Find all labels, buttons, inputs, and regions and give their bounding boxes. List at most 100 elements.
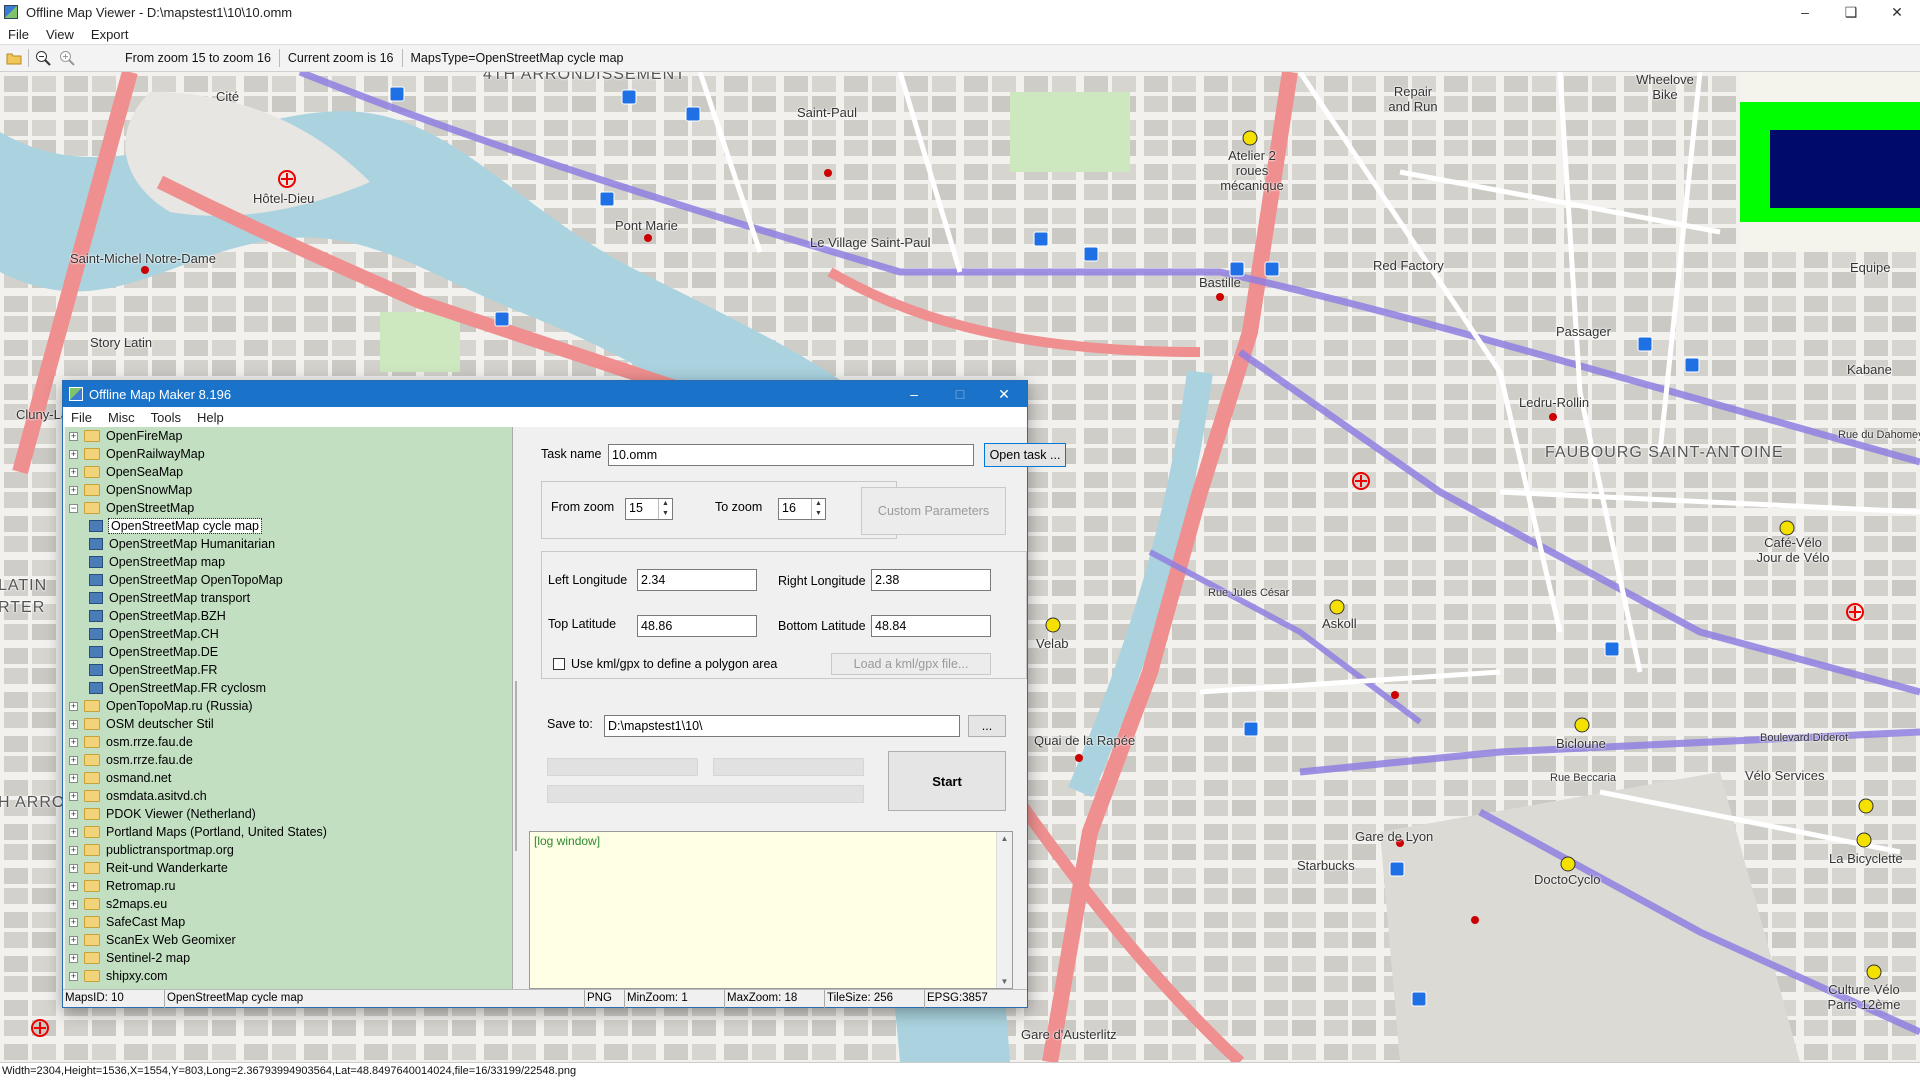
tree-folder-item[interactable]: + osm.rrze.fau.de <box>69 733 193 751</box>
expand-icon[interactable]: + <box>69 899 78 909</box>
tree-folder-item[interactable]: + ScanEx Web Geomixer <box>69 931 236 949</box>
tree-map-item[interactable]: OpenStreetMap transport <box>89 589 250 607</box>
tree-folder-item[interactable]: + OpenRailwayMap <box>69 445 205 463</box>
panel-splitter[interactable] <box>515 681 517 851</box>
collapse-icon[interactable]: − <box>69 503 78 513</box>
tree-folder-item[interactable]: + s2maps.eu <box>69 895 167 913</box>
expand-icon[interactable]: + <box>69 737 78 747</box>
save-to-input[interactable] <box>604 715 960 737</box>
kml-polygon-checkbox[interactable] <box>553 658 565 670</box>
dialog-menu-file[interactable]: File <box>63 410 100 425</box>
load-kml-button[interactable]: Load a kml/gpx file... <box>831 653 991 675</box>
tree-folder-item[interactable]: + osmand.net <box>69 769 171 787</box>
tree-folder-item[interactable]: + osm.rrze.fau.de <box>69 751 193 769</box>
progress-bar-total <box>547 785 864 803</box>
tree-folder-item[interactable]: + publictransportmap.org <box>69 841 234 859</box>
expand-icon[interactable]: + <box>69 845 78 855</box>
tree-folder-item[interactable]: + Reit-und Wanderkarte <box>69 859 228 877</box>
custom-parameters-button[interactable]: Custom Parameters <box>861 487 1006 535</box>
tree-item-label: OpenStreetMap <box>106 501 195 515</box>
tree-folder-item[interactable]: + SafeCast Map <box>69 913 185 931</box>
expand-icon[interactable]: + <box>69 971 78 981</box>
start-button[interactable]: Start <box>888 751 1006 811</box>
tree-folder-item[interactable]: + shipxy.com <box>69 967 168 985</box>
zoom-out-icon[interactable] <box>31 47 55 69</box>
tree-item-label: OpenStreetMap.BZH <box>109 609 226 623</box>
dialog-close-button[interactable]: ✕ <box>981 381 1027 407</box>
menu-file[interactable]: File <box>0 27 38 42</box>
tree-folder-item[interactable]: + Retromap.ru <box>69 877 175 895</box>
expand-icon[interactable]: + <box>69 701 78 711</box>
tree-folder-item[interactable]: + OpenSnowMap <box>69 481 192 499</box>
expand-icon[interactable]: + <box>69 467 78 477</box>
window-title: Offline Map Viewer - D:\mapstest1\10\10.… <box>26 4 293 20</box>
from-zoom-spinner[interactable]: 15 ▲ ▼ <box>625 498 673 520</box>
dialog-menu-help[interactable]: Help <box>189 410 232 425</box>
expand-icon[interactable]: + <box>69 431 78 441</box>
tree-folder-item[interactable]: + Sentinel-2 map <box>69 949 190 967</box>
expand-icon[interactable]: + <box>69 791 78 801</box>
expand-icon[interactable]: + <box>69 881 78 891</box>
tree-item-label: OpenStreetMap transport <box>109 591 251 605</box>
tree-map-item[interactable]: OpenStreetMap map <box>89 553 225 571</box>
log-scrollbar[interactable]: ▲ ▼ <box>996 832 1012 988</box>
log-window[interactable]: [log window] ▲ ▼ <box>529 831 1013 989</box>
tree-map-item[interactable]: OpenStreetMap cycle map <box>89 517 262 535</box>
tree-map-item[interactable]: OpenStreetMap.FR cyclosm <box>89 679 266 697</box>
expand-icon[interactable]: + <box>69 935 78 945</box>
scroll-down-icon[interactable]: ▼ <box>997 977 1012 986</box>
map-label: Gare d'Austerlitz <box>1021 1027 1117 1042</box>
tree-map-item[interactable]: OpenStreetMap.FR <box>89 661 217 679</box>
tree-folder-item[interactable]: + OSM deutscher Stil <box>69 715 214 733</box>
browse-button[interactable]: ... <box>968 715 1006 737</box>
spinner-arrows-icon[interactable]: ▲ ▼ <box>658 499 672 519</box>
expand-icon[interactable]: + <box>69 773 78 783</box>
menu-export[interactable]: Export <box>83 27 138 42</box>
expand-icon[interactable]: + <box>69 863 78 873</box>
minimap-viewport[interactable] <box>1770 130 1920 208</box>
scroll-up-icon[interactable]: ▲ <box>997 834 1012 843</box>
toolbar-separator <box>278 49 280 67</box>
dialog-menu-misc[interactable]: Misc <box>100 410 143 425</box>
right-longitude-input[interactable] <box>871 569 991 591</box>
bottom-latitude-input[interactable] <box>871 615 991 637</box>
tree-map-item[interactable]: OpenStreetMap.CH <box>89 625 219 643</box>
tree-folder-item[interactable]: + osmdata.asitvd.ch <box>69 787 207 805</box>
dialog-menu-tools[interactable]: Tools <box>143 410 189 425</box>
to-zoom-spinner[interactable]: 16 ▲ ▼ <box>778 498 826 520</box>
minimize-button[interactable]: – <box>1782 0 1828 24</box>
tree-map-item[interactable]: OpenStreetMap OpenTopoMap <box>89 571 283 589</box>
task-name-input[interactable] <box>608 444 974 466</box>
expand-icon[interactable]: + <box>69 719 78 729</box>
tree-map-item[interactable]: OpenStreetMap Humanitarian <box>89 535 275 553</box>
expand-icon[interactable]: + <box>69 809 78 819</box>
expand-icon[interactable]: + <box>69 449 78 459</box>
expand-icon[interactable]: + <box>69 827 78 837</box>
open-folder-icon[interactable] <box>2 47 26 69</box>
tree-map-item[interactable]: OpenStreetMap.DE <box>89 643 218 661</box>
dialog-minimize-button[interactable]: – <box>891 381 937 407</box>
tree-folder-item[interactable]: + OpenSeaMap <box>69 463 183 481</box>
overview-minimap[interactable] <box>1740 72 1920 252</box>
maximize-button[interactable]: ❑ <box>1828 0 1874 24</box>
close-button[interactable]: ✕ <box>1874 0 1920 24</box>
expand-icon[interactable]: + <box>69 953 78 963</box>
dialog-maximize-button[interactable]: □ <box>937 381 983 407</box>
tree-folder-item[interactable]: + OpenTopoMap.ru (Russia) <box>69 697 253 715</box>
open-task-button[interactable]: Open task ... <box>984 443 1066 467</box>
tree-folder-item[interactable]: + Portland Maps (Portland, United States) <box>69 823 327 841</box>
spinner-arrows-icon[interactable]: ▲ ▼ <box>811 499 825 519</box>
tree-folder-item[interactable]: + PDOK Viewer (Netherland) <box>69 805 256 823</box>
tree-folder-item[interactable]: − OpenStreetMap <box>69 499 194 517</box>
left-longitude-input[interactable] <box>637 569 757 591</box>
expand-icon[interactable]: + <box>69 755 78 765</box>
map-tile-icon <box>89 592 103 604</box>
top-latitude-input[interactable] <box>637 615 757 637</box>
expand-icon[interactable]: + <box>69 917 78 927</box>
tree-map-item[interactable]: OpenStreetMap.BZH <box>89 607 226 625</box>
tree-folder-item[interactable]: + OpenFireMap <box>69 427 182 445</box>
expand-icon[interactable]: + <box>69 485 78 495</box>
menu-view[interactable]: View <box>38 27 83 42</box>
map-source-tree[interactable]: + OpenFireMap + OpenRailwayMap + OpenSeaMap + O… <box>65 427 513 989</box>
zoom-in-icon[interactable] <box>55 47 79 69</box>
